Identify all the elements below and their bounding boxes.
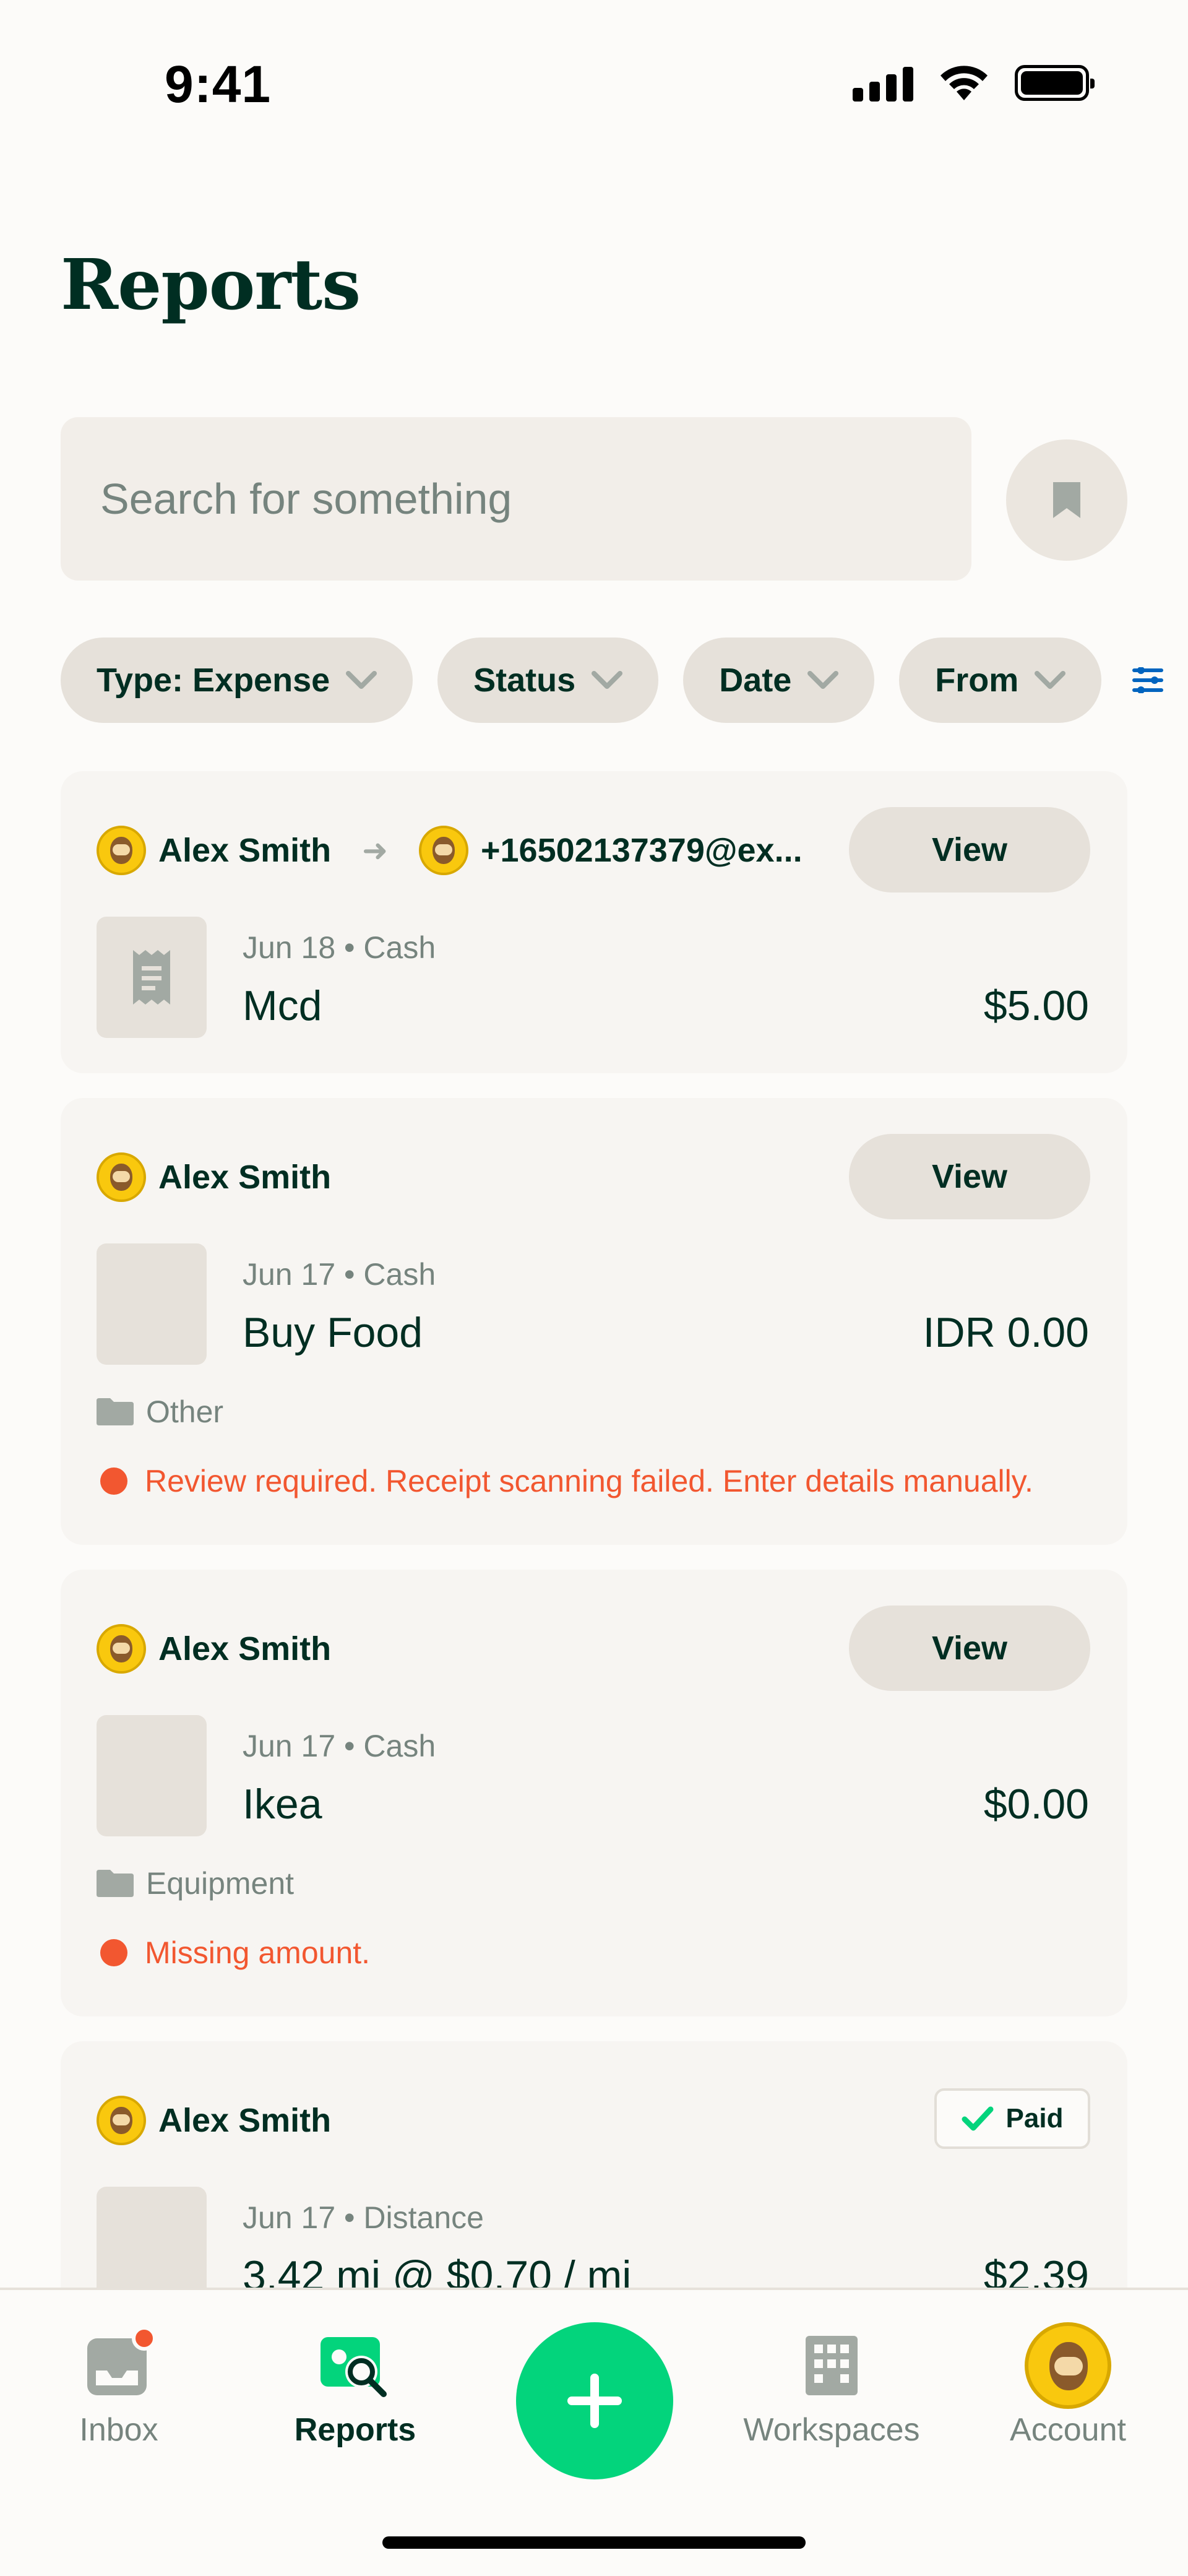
expense-merchant: Buy Food [243, 1309, 423, 1356]
reports-icon [321, 2337, 387, 2397]
view-button[interactable]: View [849, 1134, 1090, 1219]
expense-category-label: Other [146, 1394, 224, 1429]
card-header: Alex Smith [97, 1134, 331, 1221]
filter-row: Type: Expense Status Date From [61, 638, 1102, 723]
saved-searches-button[interactable] [1006, 439, 1127, 561]
error-dot-icon [100, 1467, 127, 1495]
filter-status-chip[interactable]: Status [437, 638, 659, 723]
battery-icon [1015, 65, 1095, 101]
paid-status-badge: Paid [934, 2088, 1090, 2149]
receipt-thumbnail [97, 917, 207, 1038]
tab-account-label: Account [1010, 2412, 1126, 2448]
folder-icon [97, 1870, 134, 1897]
tab-reports[interactable]: Reports [262, 2333, 448, 2448]
status-icons [853, 64, 1095, 102]
expense-merchant: Ikea [243, 1781, 322, 1828]
check-icon [962, 2106, 994, 2131]
chevron-down-icon [807, 671, 839, 689]
card-header: Alex Smith [97, 1606, 331, 1692]
from-user: Alex Smith [158, 2102, 332, 2139]
search-input[interactable]: Search for something [61, 417, 971, 581]
from-user: Alex Smith [158, 832, 332, 869]
expense-meta: Jun 18 • Cash [243, 930, 436, 965]
receipt-icon [133, 950, 170, 1005]
expense-category-label: Equipment [146, 1866, 295, 1901]
folder-icon [97, 1398, 134, 1425]
search-placeholder: Search for something [100, 475, 512, 523]
expense-meta: Jun 17 • Cash [243, 1729, 436, 1763]
card-header: Alex Smith [97, 2077, 331, 2164]
expense-error: Missing amount. [100, 1935, 370, 1971]
notification-badge [132, 2326, 157, 2351]
expense-card[interactable]: Alex Smith View Jun 17 • Cash Buy Food I… [61, 1098, 1127, 1545]
tab-workspaces-label: Workspaces [743, 2412, 920, 2448]
filter-type-label: Type: Expense [97, 662, 330, 699]
bookmark-icon [1053, 482, 1080, 518]
card-header: Alex Smith ➜ +16502137379@ex... [97, 807, 803, 894]
bottom-tab-bar: Inbox Reports Workspaces Account [0, 2288, 1188, 2576]
expense-card[interactable]: Alex Smith ➜ +16502137379@ex... View Jun… [61, 771, 1127, 1073]
avatar [97, 1152, 146, 1202]
expense-error-text: Missing amount. [145, 1935, 371, 1970]
tab-reports-label: Reports [294, 2412, 416, 2448]
filter-type-chip[interactable]: Type: Expense [61, 638, 413, 723]
expense-amount: $0.00 [983, 1781, 1089, 1828]
receipt-thumbnail [97, 1715, 207, 1836]
receipt-thumbnail [97, 1243, 207, 1365]
status-bar: 9:41 [0, 0, 1188, 155]
create-button[interactable] [516, 2322, 673, 2479]
filter-status-label: Status [473, 662, 576, 699]
filter-from-chip[interactable]: From [899, 638, 1102, 723]
inbox-icon [85, 2326, 157, 2398]
view-button[interactable]: View [849, 1606, 1090, 1691]
expense-merchant: Mcd [243, 982, 322, 1029]
plus-icon [567, 2374, 622, 2428]
filter-date-label: Date [719, 662, 792, 699]
paid-status-label: Paid [1005, 2103, 1064, 2133]
chevron-down-icon [1035, 671, 1066, 689]
tab-inbox[interactable]: Inbox [26, 2326, 212, 2448]
expense-category: Other [97, 1394, 223, 1430]
avatar [97, 2096, 146, 2145]
expense-card[interactable]: Alex Smith View Jun 17 • Cash Ikea $0.00… [61, 1570, 1127, 2016]
avatar [97, 826, 146, 875]
page-title: Reports [61, 244, 361, 326]
error-dot-icon [100, 1939, 127, 1966]
expense-category: Equipment [97, 1865, 294, 1901]
expense-error-text: Review required. Receipt scanning failed… [145, 1464, 1033, 1498]
account-avatar-icon [1025, 2322, 1111, 2409]
filter-date-chip[interactable]: Date [683, 638, 875, 723]
expense-meta: Jun 17 • Cash [243, 1257, 436, 1292]
filter-icon[interactable] [1132, 667, 1163, 693]
tab-inbox-label: Inbox [79, 2412, 158, 2448]
filter-from-label: From [935, 662, 1019, 699]
expense-amount: $5.00 [983, 982, 1089, 1029]
tab-account[interactable]: Account [975, 2322, 1161, 2448]
expense-amount: IDR 0.00 [923, 1309, 1089, 1356]
arrow-right-icon: ➜ [362, 833, 388, 868]
view-button[interactable]: View [849, 807, 1090, 893]
wifi-icon [940, 66, 988, 100]
tab-workspaces[interactable]: Workspaces [739, 2333, 924, 2448]
signal-icon [853, 64, 913, 102]
avatar [97, 1624, 146, 1674]
from-user: Alex Smith [158, 1159, 332, 1196]
chevron-down-icon [346, 671, 377, 689]
home-indicator [382, 2536, 806, 2549]
status-time: 9:41 [165, 55, 272, 113]
avatar [418, 826, 468, 875]
from-user: Alex Smith [158, 1630, 332, 1667]
to-user: +16502137379@ex... [480, 832, 803, 869]
workspaces-icon [806, 2336, 858, 2395]
chevron-down-icon [592, 671, 623, 689]
expense-meta: Jun 17 • Distance [243, 2200, 484, 2235]
expense-error: Review required. Receipt scanning failed… [100, 1463, 1033, 1499]
